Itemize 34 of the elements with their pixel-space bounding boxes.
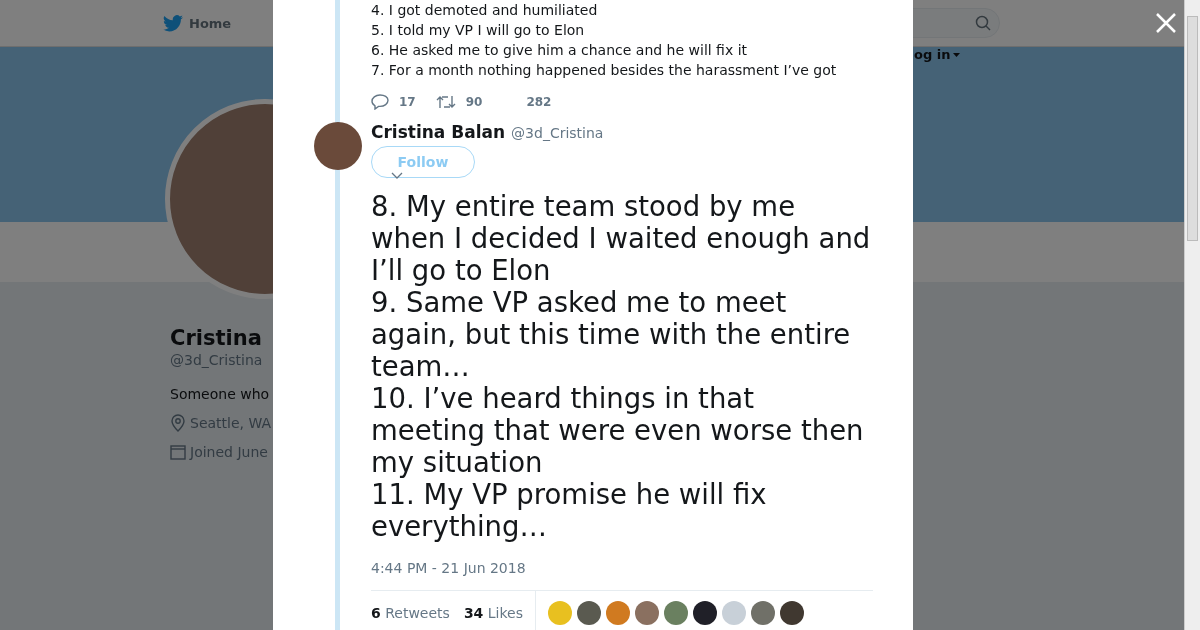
author-handle[interactable]: @3d_Cristina: [511, 125, 604, 141]
author-name[interactable]: Cristina Balan: [371, 122, 506, 142]
tweet-text-line: 5. I told my VP I will go to Elon: [371, 21, 586, 40]
liker-avatar[interactable]: [577, 601, 602, 625]
scrollbar-thumb[interactable]: [1187, 16, 1198, 241]
calendar-icon: [170, 444, 186, 460]
tweet-timestamp: 4:44 PM - 21 Jun 2018: [371, 560, 873, 591]
login-link[interactable]: og in: [914, 47, 961, 62]
scrollbar[interactable]: [1184, 0, 1200, 630]
tweet-text-line: 4. I got demoted and humiliated: [371, 1, 599, 20]
like-count[interactable]: 282: [526, 95, 552, 109]
tweet-text-line: 7. For a month nothing happened besides the harassment I’ve got: [371, 61, 838, 80]
profile-name: Cristina: [170, 326, 262, 350]
profile-bio: Someone who: [170, 386, 270, 402]
author-avatar: [314, 122, 362, 170]
search-icon: [975, 15, 991, 31]
caret-icon: [953, 52, 961, 57]
bird-icon: [163, 14, 183, 32]
liker-avatar[interactable]: [693, 601, 718, 625]
liker-avatar[interactable]: [780, 601, 805, 625]
home-link[interactable]: Home: [163, 14, 232, 32]
retweet-button[interactable]: 90: [435, 95, 483, 109]
chevron-down-icon[interactable]: [391, 172, 403, 180]
retweet-icon: [435, 95, 456, 109]
retweets-stat[interactable]: 6 Retweets: [371, 605, 450, 621]
reply-button[interactable]: 17: [371, 94, 416, 110]
reply-icon: [371, 94, 389, 110]
profile-handle: @3d_Cristina: [170, 352, 263, 368]
tweet-text: 8. My entire team stood by me when I decided I waited enough and I’ll go to Elon 9. Same VP asked me to meet again, but this time with the entire team… 10. I’ve heard things in that meeting that were even worse then my situation 11. My VP promise he will fix everything…: [371, 190, 872, 542]
profile-location: Seattle, WA: [190, 415, 272, 431]
likes-stat[interactable]: 34 Likes: [463, 605, 524, 621]
profile-joined: Joined June: [190, 444, 268, 460]
tweet-text-line: 6. He asked me to give him a chance and he will fix it: [371, 41, 749, 60]
location-pin-icon: [170, 414, 186, 432]
